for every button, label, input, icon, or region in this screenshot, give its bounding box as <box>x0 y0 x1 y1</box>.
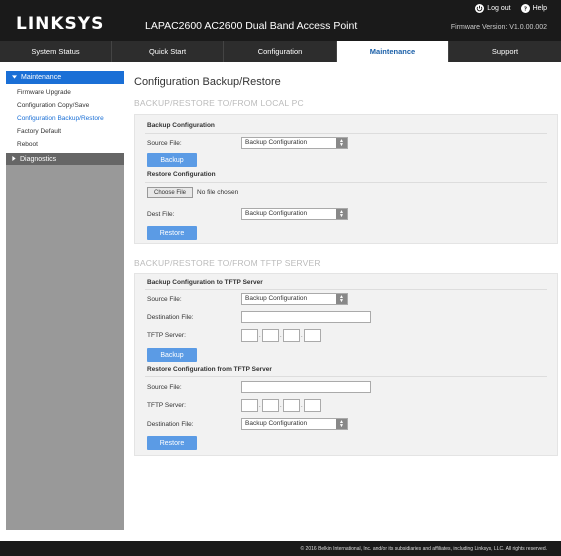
help-icon: ? <box>520 4 530 13</box>
restore-tftp-server-label: TFTP Server: <box>147 402 186 409</box>
footer: © 2016 Belkin International, Inc. and/or… <box>0 541 561 556</box>
source-file-value: Backup Configuration <box>245 139 308 146</box>
divider <box>145 182 547 183</box>
tftp-server-panel: Backup Configuration to TFTP Server Sour… <box>134 273 558 456</box>
section-title-tftp-server: BACKUP/RESTORE TO/FROM TFTP SERVER <box>134 258 321 268</box>
sidebar-item-firmware-upgrade[interactable]: Firmware Upgrade <box>6 86 124 99</box>
tftp-source-file-label: Source File: <box>147 296 182 303</box>
dest-file-select[interactable]: Backup Configuration ▲ ▼ <box>241 208 348 220</box>
select-arrow-icon: ▲ ▼ <box>336 419 347 429</box>
restore-button[interactable]: Restore <box>147 226 197 240</box>
dest-file-label: Dest File: <box>147 211 175 218</box>
expand-arrow-icon <box>12 155 16 163</box>
divider <box>145 376 547 377</box>
tftp-server-label: TFTP Server: <box>147 332 186 339</box>
ip-separator: . <box>259 403 261 409</box>
dest-file-value: Backup Configuration <box>245 210 308 217</box>
tab-configuration[interactable]: Configuration <box>224 41 337 62</box>
select-arrow-icon: ▲ ▼ <box>336 294 347 304</box>
tftp-source-file-select[interactable]: Backup Configuration ▲ ▼ <box>241 293 348 305</box>
page-title: Configuration Backup/Restore <box>134 76 281 88</box>
linksys-logo: LINKSYS <box>16 14 105 34</box>
destination-file-label: Destination File: <box>147 314 194 321</box>
sidebar-item-configuration-backup-restore[interactable]: Configuration Backup/Restore <box>6 112 124 125</box>
tftp-backup-button[interactable]: Backup <box>147 348 197 362</box>
tab-support[interactable]: Support <box>449 41 561 62</box>
restore-source-file-input[interactable] <box>241 381 371 393</box>
main-nav: System Status Quick Start Configuration … <box>0 41 561 62</box>
destination-file-input[interactable] <box>241 311 371 323</box>
sidebar-group-label: Diagnostics <box>20 155 57 163</box>
restore-configuration-heading: Restore Configuration <box>147 171 216 178</box>
ip-separator: . <box>280 333 282 339</box>
restore-source-file-label: Source File: <box>147 384 182 391</box>
sidebar-group-label: Maintenance <box>21 74 62 81</box>
backup-button[interactable]: Backup <box>147 153 197 167</box>
firmware-version: Firmware Version: V1.0.00.002 <box>450 24 547 31</box>
restore-destination-file-label: Destination File: <box>147 421 194 428</box>
tftp-source-file-value: Backup Configuration <box>245 295 308 302</box>
choose-file-button[interactable]: Choose File <box>147 187 193 198</box>
tftp-server-ip-octet-3[interactable] <box>283 329 300 342</box>
restore-tftp-heading: Restore Configuration from TFTP Server <box>147 366 272 373</box>
restore-tftp-ip-octet-3[interactable] <box>283 399 300 412</box>
sidebar-item-configuration-copy-save[interactable]: Configuration Copy/Save <box>6 99 124 112</box>
restore-tftp-ip-octet-2[interactable] <box>262 399 279 412</box>
log-out-label: Log out <box>487 5 511 12</box>
ip-separator: . <box>301 403 303 409</box>
restore-destination-file-select[interactable]: Backup Configuration ▲ ▼ <box>241 418 348 430</box>
no-file-chosen-text: No file chosen <box>197 189 239 196</box>
help-link[interactable]: ? Help <box>520 4 547 13</box>
tab-maintenance[interactable]: Maintenance <box>337 41 449 62</box>
sidebar-group-diagnostics[interactable]: Diagnostics <box>6 153 124 165</box>
backup-tftp-heading: Backup Configuration to TFTP Server <box>147 279 263 286</box>
restore-tftp-ip-octet-1[interactable] <box>241 399 258 412</box>
svg-text:?: ? <box>523 7 526 12</box>
divider <box>145 289 547 290</box>
sidebar: Maintenance Firmware Upgrade Configurati… <box>6 71 124 530</box>
ip-separator: . <box>301 333 303 339</box>
top-links: Log out ? Help <box>475 4 547 13</box>
help-label: Help <box>532 5 547 12</box>
source-file-select[interactable]: Backup Configuration ▲ ▼ <box>241 137 348 149</box>
tab-quick-start[interactable]: Quick Start <box>112 41 224 62</box>
device-title: LAPAC2600 AC2600 Dual Band Access Point <box>145 20 358 32</box>
tab-system-status[interactable]: System Status <box>0 41 112 62</box>
log-out-icon <box>475 4 485 13</box>
local-pc-panel: Backup Configuration Source File: Backup… <box>134 114 558 244</box>
tftp-server-ip-octet-2[interactable] <box>262 329 279 342</box>
collapse-arrow-icon <box>12 74 17 81</box>
restore-tftp-ip-octet-4[interactable] <box>304 399 321 412</box>
sidebar-item-factory-default[interactable]: Factory Default <box>6 125 124 138</box>
select-arrow-icon: ▲ ▼ <box>336 138 347 148</box>
sidebar-group-maintenance[interactable]: Maintenance <box>6 71 124 84</box>
ip-separator: . <box>259 333 261 339</box>
tftp-restore-button[interactable]: Restore <box>147 436 197 450</box>
restore-destination-file-value: Backup Configuration <box>245 420 308 427</box>
tftp-server-ip-octet-4[interactable] <box>304 329 321 342</box>
divider <box>145 133 547 134</box>
header: LINKSYS LAPAC2600 AC2600 Dual Band Acces… <box>0 0 561 41</box>
source-file-label: Source File: <box>147 140 182 147</box>
backup-configuration-heading: Backup Configuration <box>147 122 215 129</box>
tftp-server-ip-octet-1[interactable] <box>241 329 258 342</box>
ip-separator: . <box>280 403 282 409</box>
sidebar-item-reboot[interactable]: Reboot <box>6 138 124 151</box>
sidebar-items: Firmware Upgrade Configuration Copy/Save… <box>6 84 124 153</box>
log-out-link[interactable]: Log out <box>475 4 511 13</box>
select-arrow-icon: ▲ ▼ <box>336 209 347 219</box>
copyright-text: © 2016 Belkin International, Inc. and/or… <box>300 545 547 552</box>
section-title-local-pc: BACKUP/RESTORE TO/FROM LOCAL PC <box>134 98 304 108</box>
